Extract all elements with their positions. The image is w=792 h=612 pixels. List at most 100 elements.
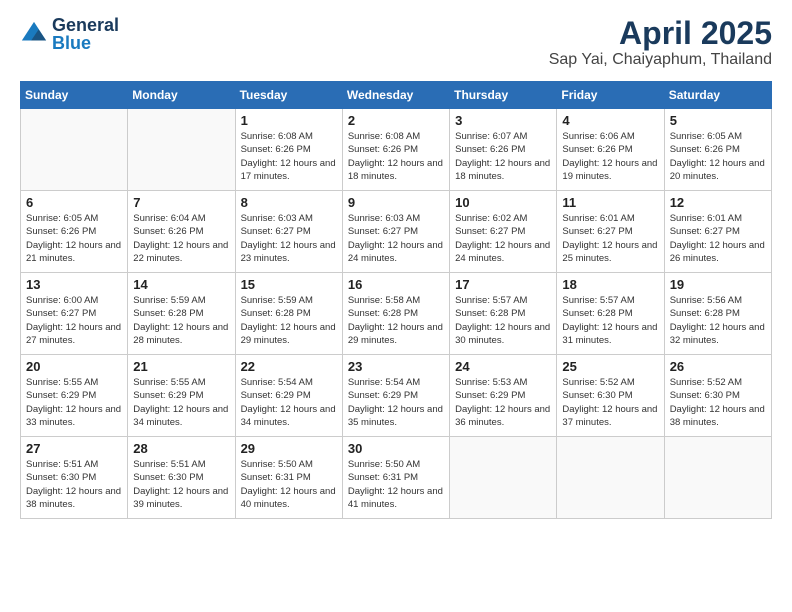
day-cell: 6 Sunrise: 6:05 AMSunset: 6:26 PMDaylight…: [21, 191, 128, 273]
day-info: Sunrise: 6:05 AMSunset: 6:26 PMDaylight:…: [670, 130, 766, 183]
week-row-3: 13 Sunrise: 6:00 AMSunset: 6:27 PMDayligh…: [21, 273, 772, 355]
day-info: Sunrise: 6:07 AMSunset: 6:26 PMDaylight:…: [455, 130, 551, 183]
day-cell: [557, 437, 664, 519]
day-cell: [128, 109, 235, 191]
day-number: 25: [562, 359, 658, 374]
day-info: Sunrise: 5:57 AMSunset: 6:28 PMDaylight:…: [455, 294, 551, 347]
day-cell: 5 Sunrise: 6:05 AMSunset: 6:26 PMDaylight…: [664, 109, 771, 191]
day-info: Sunrise: 5:55 AMSunset: 6:29 PMDaylight:…: [133, 376, 229, 429]
day-number: 10: [455, 195, 551, 210]
day-info: Sunrise: 6:08 AMSunset: 6:26 PMDaylight:…: [348, 130, 444, 183]
day-number: 4: [562, 113, 658, 128]
day-cell: 22 Sunrise: 5:54 AMSunset: 6:29 PMDayligh…: [235, 355, 342, 437]
day-info: Sunrise: 6:04 AMSunset: 6:26 PMDaylight:…: [133, 212, 229, 265]
day-number: 13: [26, 277, 122, 292]
col-thursday: Thursday: [450, 82, 557, 109]
day-info: Sunrise: 5:53 AMSunset: 6:29 PMDaylight:…: [455, 376, 551, 429]
day-number: 26: [670, 359, 766, 374]
day-number: 27: [26, 441, 122, 456]
day-cell: 14Sunrise: 5:59 AMSunset: 6:28 PMDayligh…: [128, 273, 235, 355]
day-cell: 16 Sunrise: 5:58 AMSunset: 6:28 PMDayligh…: [342, 273, 449, 355]
day-info: Sunrise: 5:50 AMSunset: 6:31 PMDaylight:…: [348, 458, 444, 511]
day-number: 3: [455, 113, 551, 128]
day-info: Sunrise: 6:01 AMSunset: 6:27 PMDaylight:…: [670, 212, 766, 265]
day-cell: 10 Sunrise: 6:02 AMSunset: 6:27 PMDayligh…: [450, 191, 557, 273]
header: General Blue April 2025 Sap Yai, Chaiyap…: [20, 16, 772, 69]
day-cell: 9Sunrise: 6:03 AMSunset: 6:27 PMDaylight…: [342, 191, 449, 273]
col-sunday: Sunday: [21, 82, 128, 109]
title-month: April 2025: [549, 16, 772, 51]
day-info: Sunrise: 5:54 AMSunset: 6:29 PMDaylight:…: [348, 376, 444, 429]
day-number: 6: [26, 195, 122, 210]
day-cell: [21, 109, 128, 191]
day-cell: 25Sunrise: 5:52 AMSunset: 6:30 PMDayligh…: [557, 355, 664, 437]
day-info: Sunrise: 6:06 AMSunset: 6:26 PMDaylight:…: [562, 130, 658, 183]
logo-text: General Blue: [52, 16, 119, 52]
day-cell: [450, 437, 557, 519]
day-cell: 21Sunrise: 5:55 AMSunset: 6:29 PMDayligh…: [128, 355, 235, 437]
day-cell: [664, 437, 771, 519]
day-info: Sunrise: 5:56 AMSunset: 6:28 PMDaylight:…: [670, 294, 766, 347]
day-info: Sunrise: 5:58 AMSunset: 6:28 PMDaylight:…: [348, 294, 444, 347]
week-row-4: 20 Sunrise: 5:55 AMSunset: 6:29 PMDayligh…: [21, 355, 772, 437]
col-saturday: Saturday: [664, 82, 771, 109]
title-location: Sap Yai, Chaiyaphum, Thailand: [549, 51, 772, 69]
day-info: Sunrise: 6:02 AMSunset: 6:27 PMDaylight:…: [455, 212, 551, 265]
day-info: Sunrise: 6:05 AMSunset: 6:26 PMDaylight:…: [26, 212, 122, 265]
day-number: 24: [455, 359, 551, 374]
calendar-body: 1 Sunrise: 6:08 AMSunset: 6:26 PMDaylight…: [21, 109, 772, 519]
day-number: 16: [348, 277, 444, 292]
day-number: 15: [241, 277, 337, 292]
logo-icon: [20, 20, 48, 48]
day-cell: 26 Sunrise: 5:52 AMSunset: 6:30 PMDayligh…: [664, 355, 771, 437]
calendar-header: Sunday Monday Tuesday Wednesday Thursday…: [21, 82, 772, 109]
day-number: 18: [562, 277, 658, 292]
day-cell: 3 Sunrise: 6:07 AMSunset: 6:26 PMDaylight…: [450, 109, 557, 191]
page: General Blue April 2025 Sap Yai, Chaiyap…: [0, 0, 792, 612]
day-info: Sunrise: 5:51 AMSunset: 6:30 PMDaylight:…: [26, 458, 122, 511]
day-number: 7: [133, 195, 229, 210]
day-number: 22: [241, 359, 337, 374]
day-number: 5: [670, 113, 766, 128]
day-info: Sunrise: 6:03 AMSunset: 6:27 PMDaylight:…: [241, 212, 337, 265]
day-cell: 29 Sunrise: 5:50 AMSunset: 6:31 PMDayligh…: [235, 437, 342, 519]
day-info: Sunrise: 5:51 AMSunset: 6:30 PMDaylight:…: [133, 458, 229, 511]
day-number: 23: [348, 359, 444, 374]
col-monday: Monday: [128, 82, 235, 109]
day-cell: 24 Sunrise: 5:53 AMSunset: 6:29 PMDayligh…: [450, 355, 557, 437]
day-cell: 23 Sunrise: 5:54 AMSunset: 6:29 PMDayligh…: [342, 355, 449, 437]
day-number: 1: [241, 113, 337, 128]
day-cell: 19Sunrise: 5:56 AMSunset: 6:28 PMDayligh…: [664, 273, 771, 355]
day-number: 20: [26, 359, 122, 374]
day-info: Sunrise: 6:08 AMSunset: 6:26 PMDaylight:…: [241, 130, 337, 183]
logo-blue: Blue: [52, 34, 119, 52]
week-row-1: 1 Sunrise: 6:08 AMSunset: 6:26 PMDaylight…: [21, 109, 772, 191]
header-row: Sunday Monday Tuesday Wednesday Thursday…: [21, 82, 772, 109]
day-info: Sunrise: 5:52 AMSunset: 6:30 PMDaylight:…: [670, 376, 766, 429]
col-friday: Friday: [557, 82, 664, 109]
day-cell: 17Sunrise: 5:57 AMSunset: 6:28 PMDayligh…: [450, 273, 557, 355]
day-info: Sunrise: 6:03 AMSunset: 6:27 PMDaylight:…: [348, 212, 444, 265]
title-block: April 2025 Sap Yai, Chaiyaphum, Thailand: [549, 16, 772, 69]
day-info: Sunrise: 5:54 AMSunset: 6:29 PMDaylight:…: [241, 376, 337, 429]
day-info: Sunrise: 5:55 AMSunset: 6:29 PMDaylight:…: [26, 376, 122, 429]
day-cell: 11Sunrise: 6:01 AMSunset: 6:27 PMDayligh…: [557, 191, 664, 273]
day-number: 8: [241, 195, 337, 210]
day-cell: 4 Sunrise: 6:06 AMSunset: 6:26 PMDaylight…: [557, 109, 664, 191]
col-wednesday: Wednesday: [342, 82, 449, 109]
day-info: Sunrise: 6:01 AMSunset: 6:27 PMDaylight:…: [562, 212, 658, 265]
day-cell: 30Sunrise: 5:50 AMSunset: 6:31 PMDayligh…: [342, 437, 449, 519]
day-number: 29: [241, 441, 337, 456]
day-info: Sunrise: 6:00 AMSunset: 6:27 PMDaylight:…: [26, 294, 122, 347]
day-info: Sunrise: 5:57 AMSunset: 6:28 PMDaylight:…: [562, 294, 658, 347]
day-cell: 18 Sunrise: 5:57 AMSunset: 6:28 PMDayligh…: [557, 273, 664, 355]
week-row-2: 6 Sunrise: 6:05 AMSunset: 6:26 PMDaylight…: [21, 191, 772, 273]
day-number: 2: [348, 113, 444, 128]
day-cell: 8 Sunrise: 6:03 AMSunset: 6:27 PMDaylight…: [235, 191, 342, 273]
day-cell: 20 Sunrise: 5:55 AMSunset: 6:29 PMDayligh…: [21, 355, 128, 437]
day-info: Sunrise: 5:50 AMSunset: 6:31 PMDaylight:…: [241, 458, 337, 511]
day-number: 28: [133, 441, 229, 456]
day-cell: 28 Sunrise: 5:51 AMSunset: 6:30 PMDayligh…: [128, 437, 235, 519]
day-info: Sunrise: 5:59 AMSunset: 6:28 PMDaylight:…: [241, 294, 337, 347]
day-cell: 12Sunrise: 6:01 AMSunset: 6:27 PMDayligh…: [664, 191, 771, 273]
